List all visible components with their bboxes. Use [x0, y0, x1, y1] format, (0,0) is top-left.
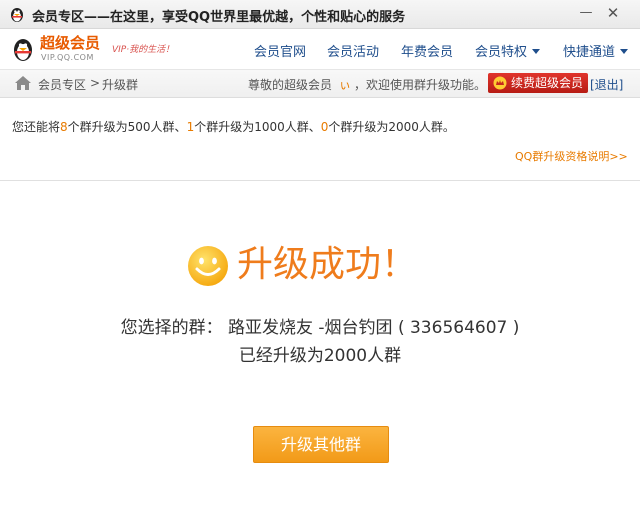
- greeting-prefix: 尊敬的超级会员: [248, 78, 333, 92]
- summary-text: 个群升级为500人群、: [67, 120, 187, 134]
- quota-500-count: 8: [60, 120, 68, 134]
- breadcrumb-bar: 会员专区 > 升级群 尊敬的超级会员 ぃ ，欢迎使用群升级功能。 续费超级会员 …: [0, 70, 640, 98]
- success-title: 升级成功！: [237, 244, 418, 285]
- smiley-icon: [188, 246, 228, 286]
- breadcrumb-current: 升级群: [102, 78, 139, 92]
- nav-privileges[interactable]: 会员特权: [475, 41, 541, 60]
- crown-icon: [493, 76, 507, 90]
- logo-name: 超级会员: [40, 34, 101, 52]
- upgraded-size-line: 已经升级为2000人群: [238, 346, 402, 366]
- upgrade-other-group-button[interactable]: 升级其他群: [253, 426, 389, 463]
- chevron-down-icon: [532, 49, 541, 54]
- qq-penguin-icon: [14, 39, 32, 61]
- minimize-button[interactable]: —: [577, 4, 595, 22]
- nav-official-site[interactable]: 会员官网: [254, 41, 306, 60]
- nav-privileges-label: 会员特权: [475, 45, 528, 60]
- renew-super-member-button[interactable]: 续费超级会员: [488, 73, 588, 93]
- home-icon[interactable]: [14, 75, 32, 91]
- close-button[interactable]: ✕: [604, 4, 622, 22]
- vip-logo[interactable]: 超级会员 VIP.QQ.COM VIP·我的生活！: [10, 31, 174, 67]
- nav-activities[interactable]: 会员活动: [327, 41, 379, 60]
- breadcrumb-separator: >: [90, 76, 101, 90]
- logo-url: VIP.QQ.COM: [41, 53, 94, 62]
- nav-shortcuts[interactable]: 快捷通道: [563, 41, 629, 60]
- site-header: 超级会员 VIP.QQ.COM VIP·我的生活！ 会员官网 会员活动 年费会员…: [0, 29, 640, 70]
- greeting-name: ぃ: [339, 78, 352, 92]
- logo-slogan: VIP·我的生活！: [112, 45, 175, 55]
- breadcrumb-home[interactable]: 会员专区: [38, 76, 86, 93]
- window-titlebar: 会员专区——在这里，享受QQ世界里最优越，个性和贴心的服务 — ✕: [0, 0, 640, 29]
- nav-shortcuts-label: 快捷通道: [563, 45, 616, 60]
- chosen-group-line: 您选择的群： 路亚发烧友 -烟台钓团 ( 336564607 ): [120, 318, 520, 338]
- nav-annual-member[interactable]: 年费会员: [401, 41, 453, 60]
- divider: [0, 180, 640, 181]
- greeting-suffix: ，欢迎使用群升级功能。: [354, 78, 487, 92]
- renew-label: 续费超级会员: [511, 76, 584, 90]
- qualification-info-link[interactable]: QQ群升级资格说明>>: [515, 148, 628, 164]
- window-title: 会员专区——在这里，享受QQ世界里最优越，个性和贴心的服务: [32, 10, 406, 25]
- logout-link[interactable]: [退出]: [590, 76, 623, 93]
- qq-penguin-icon: [11, 8, 23, 22]
- summary-text: 您还能将: [12, 120, 61, 134]
- upgrade-quota-summary: 您还能将8个群升级为500人群、1个群升级为1000人群、0个群升级为2000人…: [12, 118, 455, 135]
- chevron-down-icon: [620, 49, 629, 54]
- summary-text: 个群升级为2000人群。: [328, 120, 455, 134]
- summary-text: 个群升级为1000人群、: [194, 120, 321, 134]
